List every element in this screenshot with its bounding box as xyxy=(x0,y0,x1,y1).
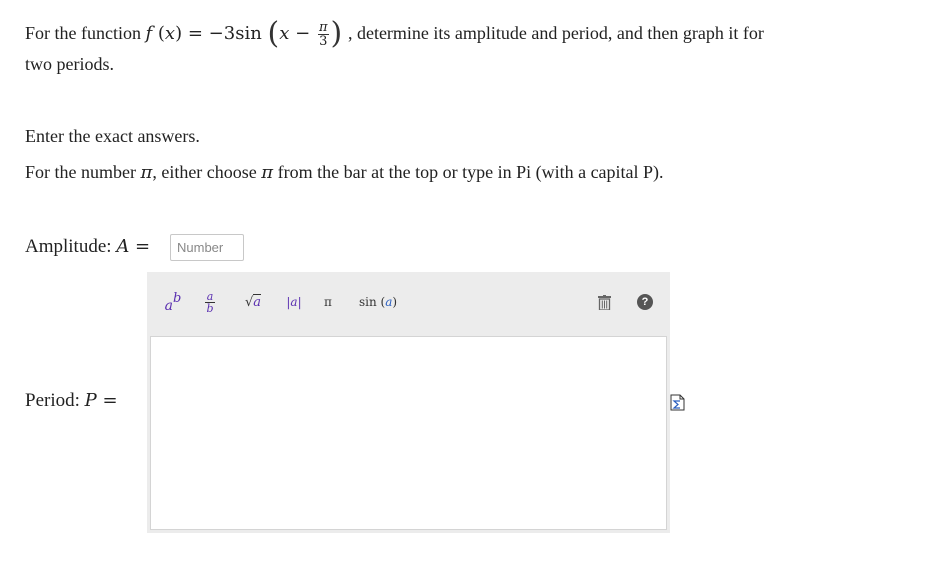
help-icon[interactable]: ? xyxy=(634,286,656,318)
amplitude-label: Amplitude: A = xyxy=(25,236,151,257)
power-button[interactable]: ab xyxy=(161,286,185,318)
period-label: Period: P = xyxy=(25,390,118,411)
pi-button[interactable]: π xyxy=(319,286,337,318)
question-line-2: two periods. xyxy=(25,54,114,74)
math-toolbar: ab a b √ a |a| π sin (a) ? xyxy=(147,272,670,332)
question-prefix: For the function xyxy=(25,23,146,43)
period-editor-area[interactable] xyxy=(150,336,667,530)
instruction-pi: For the number π, either choose π from t… xyxy=(25,162,664,183)
amplitude-input[interactable] xyxy=(170,234,244,261)
sin-button[interactable]: sin (a) xyxy=(353,286,403,318)
question-suffix: , determine its amplitude and period, an… xyxy=(347,23,764,43)
trash-icon[interactable] xyxy=(594,286,614,318)
function-expression: f (x) = −3sin (x − π 3 ) xyxy=(145,16,343,51)
abs-button[interactable]: |a| xyxy=(285,286,303,318)
pi-over-3-fraction: π 3 xyxy=(317,19,329,49)
math-editor: ab a b √ a |a| π sin (a) ? xyxy=(147,272,670,533)
instruction-exact: Enter the exact answers. xyxy=(25,126,200,146)
sqrt-button[interactable]: √ a xyxy=(239,286,267,318)
fraction-button[interactable]: a b xyxy=(199,286,221,318)
formula-sheet-icon[interactable] xyxy=(670,394,685,411)
question-line-1: For the function f (x) = −3sin (x − π 3 … xyxy=(25,16,764,51)
